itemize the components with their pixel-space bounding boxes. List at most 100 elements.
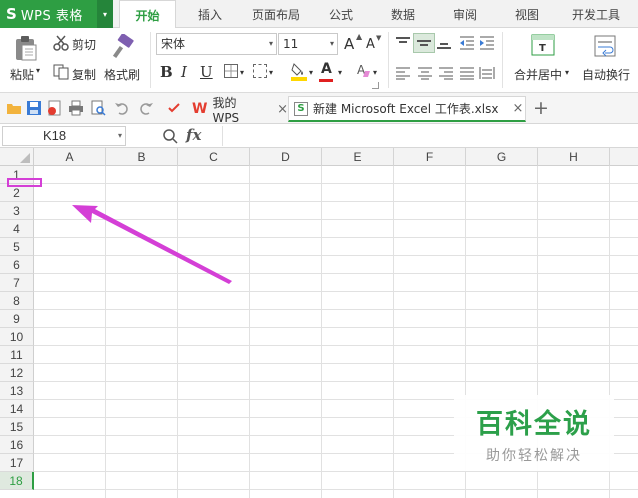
tab-page-layout[interactable]: 页面布局: [246, 0, 306, 28]
merge-center-button[interactable]: 合并居中: [514, 66, 562, 83]
new-tab-button[interactable]: +: [533, 97, 549, 119]
font-size-select[interactable]: 11 ▾: [278, 33, 338, 55]
tab-insert[interactable]: 插入: [186, 0, 234, 28]
row-header-5[interactable]: 5: [0, 238, 34, 256]
row-header-12[interactable]: 12: [0, 364, 34, 382]
font-color-dropdown-icon[interactable]: ▾: [338, 68, 342, 77]
justify-icon[interactable]: [459, 66, 475, 80]
decrease-indent-icon[interactable]: [459, 36, 475, 50]
borders-dropdown-icon[interactable]: ▾: [240, 68, 244, 77]
increase-indent-icon[interactable]: [479, 36, 495, 50]
column-header-d[interactable]: D: [250, 148, 322, 166]
column-header-c[interactable]: C: [178, 148, 250, 166]
column-header-h[interactable]: H: [538, 148, 610, 166]
tab-home[interactable]: 开始: [119, 0, 176, 29]
align-right-icon[interactable]: [438, 66, 454, 80]
redo-icon[interactable]: [138, 100, 154, 116]
zoom-search-icon[interactable]: [162, 128, 178, 144]
export-pdf-icon[interactable]: [46, 100, 62, 116]
print-icon[interactable]: [68, 100, 84, 116]
row-header-6[interactable]: 6: [0, 256, 34, 274]
align-left-icon[interactable]: [395, 66, 411, 80]
row-header-16[interactable]: 16: [0, 436, 34, 454]
shrink-font-button[interactable]: A: [366, 37, 375, 52]
align-bottom-icon[interactable]: [436, 36, 452, 50]
align-center-icon[interactable]: [417, 66, 433, 80]
align-top-icon[interactable]: [395, 36, 411, 50]
select-all-button[interactable]: [0, 148, 34, 166]
borders-icon[interactable]: [224, 64, 238, 78]
print-preview-icon[interactable]: [90, 100, 106, 116]
copy-button[interactable]: 复制: [72, 66, 96, 83]
row-header-3[interactable]: 3: [0, 202, 34, 220]
row-header-4[interactable]: 4: [0, 220, 34, 238]
column-header-f[interactable]: F: [394, 148, 466, 166]
close-icon[interactable]: ×: [277, 102, 288, 117]
font-color-button[interactable]: A: [321, 61, 332, 77]
wrap-text-button[interactable]: 自动换行: [582, 66, 630, 83]
font-dialog-launcher-icon[interactable]: [372, 82, 379, 89]
cut-button[interactable]: 剪切: [72, 36, 96, 53]
tab-formulas[interactable]: 公式: [318, 0, 364, 28]
app-menu-dropdown[interactable]: ▾: [97, 0, 113, 28]
row-header-7[interactable]: 7: [0, 274, 34, 292]
row-header-14[interactable]: 14: [0, 400, 34, 418]
bold-button[interactable]: B: [160, 63, 173, 81]
save-icon[interactable]: [26, 100, 42, 116]
tab-view[interactable]: 视图: [504, 0, 550, 28]
fill-color-icon[interactable]: [290, 61, 308, 81]
merge-center-icon[interactable]: T: [531, 34, 555, 56]
menu-bar: S WPS 表格 ▾ 开始 插入 页面布局 公式 数据 审阅 视图 开发工具: [0, 0, 638, 29]
underline-button[interactable]: U: [200, 63, 213, 81]
column-header-b[interactable]: B: [106, 148, 178, 166]
gridline: [34, 201, 638, 202]
tab-developer[interactable]: 开发工具: [562, 0, 630, 28]
merge-center-dropdown-icon[interactable]: ▾: [565, 68, 569, 77]
close-icon[interactable]: ×: [512, 101, 523, 116]
distributed-align-icon[interactable]: [479, 66, 495, 80]
grow-font-button[interactable]: A: [344, 35, 354, 53]
formula-bar: K18 ▾ fx: [0, 124, 638, 148]
cell-borders-icon[interactable]: [253, 64, 267, 78]
format-painter-icon[interactable]: [110, 34, 136, 60]
insert-function-button[interactable]: fx: [186, 126, 201, 144]
row-header-18[interactable]: 18: [0, 472, 34, 490]
gridline: [34, 363, 638, 364]
paste-icon[interactable]: [12, 34, 40, 62]
column-header-e[interactable]: E: [322, 148, 394, 166]
column-header-a[interactable]: A: [34, 148, 106, 166]
paste-button[interactable]: 粘贴: [10, 66, 34, 83]
align-middle-icon[interactable]: [413, 33, 435, 53]
format-painter-button[interactable]: 格式刷: [104, 66, 140, 83]
copy-icon[interactable]: [53, 64, 69, 80]
doc-tab-workbook[interactable]: S 新建 Microsoft Excel 工作表.xlsx ×: [288, 96, 526, 122]
row-header-11[interactable]: 11: [0, 346, 34, 364]
open-folder-icon[interactable]: [6, 100, 22, 116]
row-header-9[interactable]: 9: [0, 310, 34, 328]
row-header-10[interactable]: 10: [0, 328, 34, 346]
column-header-g[interactable]: G: [466, 148, 538, 166]
app-menu-button[interactable]: S WPS 表格 ▾: [0, 0, 113, 28]
formula-input[interactable]: [222, 126, 636, 146]
row-header-13[interactable]: 13: [0, 382, 34, 400]
customize-toolbar-icon[interactable]: [166, 100, 182, 116]
tab-review[interactable]: 审阅: [442, 0, 488, 28]
row-header-8[interactable]: 8: [0, 292, 34, 310]
italic-button[interactable]: I: [181, 63, 187, 81]
doc-tab-my-wps[interactable]: W 我的WPS ×: [188, 96, 288, 125]
font-name-select[interactable]: 宋体 ▾: [156, 33, 277, 55]
scissors-icon[interactable]: [53, 35, 69, 51]
paste-dropdown-icon[interactable]: ▾: [36, 66, 40, 75]
row-header-15[interactable]: 15: [0, 418, 34, 436]
undo-icon[interactable]: [114, 100, 130, 116]
clear-format-icon[interactable]: A: [356, 62, 372, 80]
cell-borders-dropdown-icon[interactable]: ▾: [269, 68, 273, 77]
gridline: [34, 471, 638, 472]
wrap-text-icon[interactable]: [594, 35, 616, 57]
fill-color-dropdown-icon[interactable]: ▾: [309, 68, 313, 77]
row-header-17[interactable]: 17: [0, 454, 34, 472]
chevron-down-icon[interactable]: ▾: [118, 127, 122, 145]
clear-format-dropdown-icon[interactable]: ▾: [373, 68, 377, 77]
tab-data[interactable]: 数据: [380, 0, 426, 28]
name-box[interactable]: K18 ▾: [2, 126, 126, 146]
